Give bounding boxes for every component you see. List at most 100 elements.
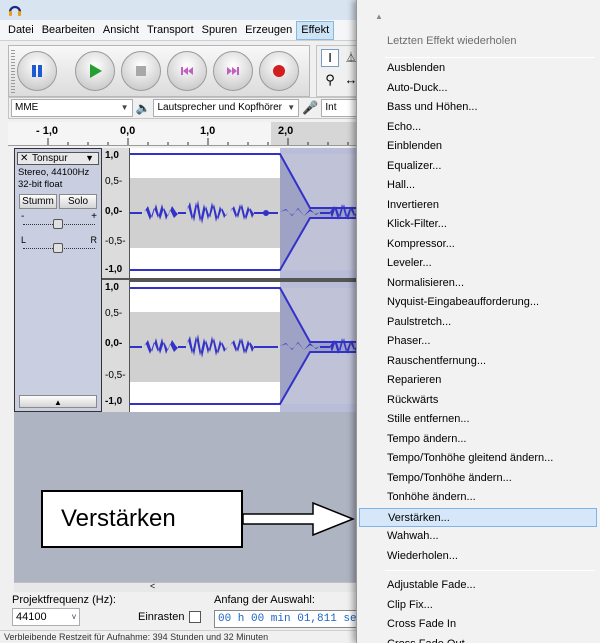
toolbar-grip[interactable] <box>11 50 15 94</box>
track-name-menu[interactable]: ✕ Tonspur ▼ <box>17 152 99 165</box>
track-area: ✕ Tonspur ▼ Stereo, 44100Hz 32-bit float… <box>14 148 360 412</box>
close-icon[interactable]: ✕ <box>20 153 28 164</box>
input-device-select[interactable]: Int <box>321 99 359 117</box>
gain-plus-label: + <box>91 211 97 222</box>
menu-erzeugen[interactable]: Erzeugen <box>241 20 296 41</box>
menu-item-effect[interactable]: Einblenden <box>357 137 600 157</box>
track-control-panel: ✕ Tonspur ▼ Stereo, 44100Hz 32-bit float… <box>14 148 102 412</box>
tools-toolbar: I ⏅ ⚲ ↔ <box>316 45 360 97</box>
gain-minus-label: - <box>21 211 25 222</box>
scroll-left-icon[interactable]: < <box>150 581 155 591</box>
chevron-down-icon: ▼ <box>85 153 94 163</box>
menu-item-effect[interactable]: Bass und Höhen... <box>357 98 600 118</box>
stop-button[interactable] <box>121 51 161 91</box>
scale-label: -1,0 <box>105 264 123 275</box>
menu-item-effect[interactable]: Nyquist-Eingabeaufforderung... <box>357 293 600 313</box>
menu-item-plugin-effect[interactable]: Cross Fade Out <box>357 635 600 643</box>
menu-item-effect[interactable]: Ausblenden <box>357 59 600 79</box>
input-device-value: Int <box>325 102 337 113</box>
menu-item-repeat-last-effect[interactable]: Letzten Effekt wiederholen <box>357 32 600 52</box>
snap-checkbox[interactable] <box>189 611 201 623</box>
menu-item-effect[interactable]: Stille entfernen... <box>357 410 600 430</box>
record-icon <box>273 65 285 77</box>
scale-label: 0,5- <box>105 308 123 319</box>
menu-item-plugin-effect[interactable]: Cross Fade In <box>357 615 600 635</box>
menu-item-effect[interactable]: Tempo/Tonhöhe gleitend ändern... <box>357 449 600 469</box>
selection-start-time[interactable]: 00 h 00 min 01,811 sec <box>214 610 360 628</box>
collapse-track-button[interactable]: ▲ <box>19 395 97 408</box>
menu-item-effect[interactable]: Kompressor... <box>357 235 600 255</box>
project-rate-select[interactable]: 44100 v <box>12 608 80 626</box>
skip-to-end-icon <box>227 67 239 75</box>
menu-item-effect[interactable]: Echo... <box>357 118 600 138</box>
track-info: Stereo, 44100Hz 32-bit float <box>18 167 89 191</box>
menu-datei[interactable]: Datei <box>4 20 38 41</box>
menu-item-effect[interactable]: Reparieren <box>357 371 600 391</box>
gain-slider[interactable]: - + <box>21 211 99 231</box>
menu-item-effect[interactable]: Paulstretch... <box>357 313 600 333</box>
scale-label: 0,0- <box>105 338 123 349</box>
scale-label: -0,5- <box>105 236 126 247</box>
menu-bearbeiten[interactable]: Bearbeiten <box>38 20 99 41</box>
record-button[interactable] <box>259 51 299 91</box>
audio-host-select[interactable]: MME ▼ <box>11 99 133 117</box>
microphone-icon: 🎤 <box>302 100 319 115</box>
menu-item-effect[interactable]: Tonhöhe ändern... <box>357 488 600 508</box>
play-button[interactable] <box>75 51 115 91</box>
zoom-tool-icon[interactable]: ⚲ <box>321 72 339 90</box>
menu-item-effect[interactable]: Wiederholen... <box>357 547 600 567</box>
pan-slider-thumb[interactable] <box>53 243 63 253</box>
pan-slider[interactable]: L R <box>21 235 99 255</box>
menu-item-effect[interactable]: Normalisieren... <box>357 274 600 294</box>
audacity-logo-icon <box>8 5 22 16</box>
mute-button[interactable]: Stumm <box>19 194 57 209</box>
waveform <box>130 148 360 412</box>
pause-icon <box>32 65 42 77</box>
ruler-ticks <box>47 138 349 145</box>
menu-transport[interactable]: Transport <box>143 20 198 41</box>
ruler-tick: 0,0 <box>120 125 136 137</box>
timeline-ruler[interactable]: - 1,0 0,0 1,0 2,0 <box>8 122 360 146</box>
output-device-select[interactable]: Lautsprecher und Kopfhörer (II ▼ <box>153 99 300 117</box>
device-toolbar: MME ▼ 🔈 Lautsprecher und Kopfhörer (II ▼ 🎤… <box>8 97 360 119</box>
menu-item-effect[interactable]: Hall... <box>357 176 600 196</box>
menu-item-effect[interactable]: Auto-Duck... <box>357 79 600 99</box>
menu-item-effect[interactable]: Tempo/Tonhöhe ändern... <box>357 469 600 489</box>
menu-item-plugin-effect[interactable]: Clip Fix... <box>357 596 600 616</box>
menu-item-effect[interactable]: Tempo ändern... <box>357 430 600 450</box>
play-icon <box>90 64 102 78</box>
skip-to-end-button[interactable] <box>213 51 253 91</box>
solo-button[interactable]: Solo <box>59 194 97 209</box>
track-name: Tonspur <box>32 153 68 164</box>
skip-to-start-button[interactable] <box>167 51 207 91</box>
triangle-up-icon: ▲ <box>54 398 62 407</box>
ruler-tick: 1,0 <box>200 125 216 137</box>
menu-item-effect[interactable]: Wahwah... <box>357 527 600 547</box>
menu-item-effect[interactable]: Klick-Filter... <box>357 215 600 235</box>
menu-item-effect[interactable]: Rauschentfernung... <box>357 352 600 372</box>
callout-arrow <box>243 501 356 537</box>
waveform-view[interactable] <box>130 148 360 412</box>
chevron-down-icon: v <box>72 612 76 621</box>
menu-item-effect[interactable]: Verstärken... <box>359 507 597 527</box>
menu-item-effect[interactable]: Leveler... <box>357 254 600 274</box>
track-sample-rate: Stereo, 44100Hz <box>18 167 90 178</box>
menu-ansicht[interactable]: Ansicht <box>99 20 143 41</box>
pause-button[interactable] <box>17 51 57 91</box>
chevron-down-icon: ▼ <box>285 100 296 116</box>
scroll-up-icon[interactable]: ▲ <box>357 12 600 26</box>
horizontal-scrollbar[interactable]: < <box>14 581 360 592</box>
menu-spuren[interactable]: Spuren <box>198 20 241 41</box>
menu-item-effect[interactable]: Equalizer... <box>357 157 600 177</box>
menu-item-effect[interactable]: Invertieren <box>357 196 600 216</box>
menu-item-effect[interactable]: Rückwärts <box>357 391 600 411</box>
speaker-icon: 🔈 <box>135 101 151 115</box>
callout-label: Verstärken <box>41 490 243 548</box>
menu-item-plugin-effect[interactable]: Adjustable Fade... <box>357 576 600 596</box>
skip-to-start-icon <box>181 67 193 75</box>
gain-slider-thumb[interactable] <box>53 219 63 229</box>
stop-icon <box>136 66 146 76</box>
selection-tool-icon[interactable]: I <box>321 49 339 67</box>
menu-item-effect[interactable]: Phaser... <box>357 332 600 352</box>
menu-effekt[interactable]: Effekt <box>296 21 335 40</box>
